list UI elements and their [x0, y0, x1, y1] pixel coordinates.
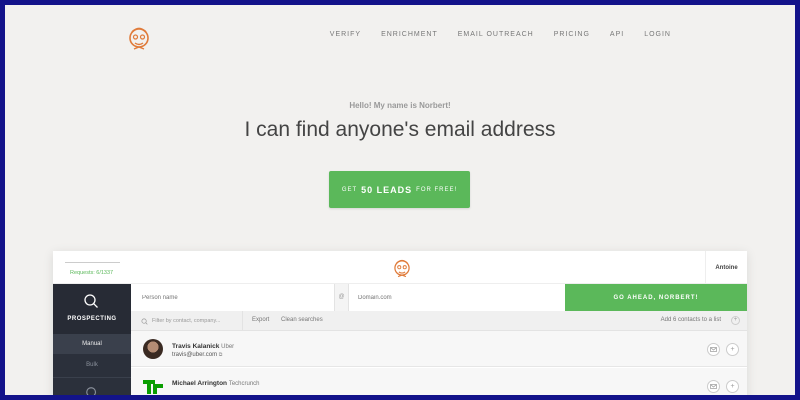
- nav-login[interactable]: LOGIN: [644, 31, 671, 38]
- lead-email-text: travis@uber.com: [172, 352, 218, 358]
- add-lead-button[interactable]: +: [726, 380, 739, 393]
- copy-icon[interactable]: ⧉: [219, 352, 223, 358]
- search-icon[interactable]: [85, 386, 99, 395]
- lead-company: Techcrunch: [228, 381, 260, 387]
- person-name-input[interactable]: [131, 284, 335, 311]
- requests-counter: Requests: 6/1337: [70, 270, 114, 276]
- app-sidebar: PROSPECTING Manual Bulk: [53, 284, 131, 395]
- get-leads-button[interactable]: GET 50 LEADS FOR FREE!: [329, 171, 470, 208]
- sidebar-item-bulk[interactable]: Bulk: [53, 355, 131, 375]
- norbert-mascot-icon[interactable]: [125, 23, 153, 53]
- domain-input[interactable]: [349, 284, 565, 311]
- search-row: @ GO AHEAD, NORBERT!: [131, 284, 747, 311]
- lead-row[interactable]: Michael Arrington Techcrunch +: [131, 368, 747, 395]
- cta-suffix: FOR FREE!: [416, 186, 458, 193]
- search-icon: [84, 294, 98, 308]
- requests-bar: [65, 262, 120, 263]
- mail-icon[interactable]: [707, 343, 720, 356]
- app-topbar: Requests: 6/1337 Antoine: [53, 251, 747, 284]
- cta-main: 50 LEADS: [361, 184, 413, 195]
- add-to-list-link[interactable]: Add 6 contacts to a list: [661, 317, 721, 323]
- search-icon: [141, 318, 148, 325]
- sidebar-item-prospecting[interactable]: PROSPECTING: [53, 284, 131, 334]
- sidebar-divider: [53, 377, 131, 378]
- avatar: [143, 339, 163, 359]
- export-link[interactable]: Export: [252, 317, 269, 323]
- page: VERIFY ENRICHMENT EMAIL OUTREACH PRICING…: [5, 5, 795, 395]
- main-nav: VERIFY ENRICHMENT EMAIL OUTREACH PRICING…: [330, 31, 671, 38]
- cta-prefix: GET: [341, 186, 358, 193]
- nav-api[interactable]: API: [610, 31, 624, 38]
- user-menu[interactable]: Antoine: [705, 251, 747, 284]
- mail-icon[interactable]: [707, 380, 720, 393]
- nav-verify[interactable]: VERIFY: [330, 31, 361, 38]
- lead-row[interactable]: Travis Kalanick Uber travis@uber.com ⧉ +: [131, 331, 747, 367]
- add-lead-button[interactable]: +: [726, 343, 739, 356]
- hero-title: I can find anyone's email address: [244, 118, 556, 141]
- lead-name: Michael Arrington Techcrunch: [172, 380, 260, 387]
- sidebar-item-manual[interactable]: Manual: [53, 334, 131, 354]
- hero-subtitle: Hello! My name is Norbert!: [349, 101, 451, 110]
- sidebar-item-label: PROSPECTING: [67, 316, 117, 322]
- add-to-list-button[interactable]: +: [731, 316, 740, 325]
- lead-company: Uber: [221, 344, 235, 350]
- norbert-mascot-icon: [394, 259, 410, 278]
- lead-email: travis@uber.com ⧉: [172, 352, 222, 358]
- lead-name: Travis Kalanick Uber: [172, 343, 234, 350]
- filter-input[interactable]: Filter by contact, company...: [131, 311, 243, 331]
- app-preview: Requests: 6/1337 Antoine PROSPECTING Man…: [53, 251, 747, 395]
- nav-email-outreach[interactable]: EMAIL OUTREACH: [458, 31, 534, 38]
- at-sign: @: [335, 284, 349, 311]
- nav-pricing[interactable]: PRICING: [554, 31, 590, 38]
- filter-row: Filter by contact, company... Export Cle…: [131, 311, 747, 331]
- lead-name-text: Travis Kalanick: [172, 343, 220, 350]
- lead-name-text: Michael Arrington: [172, 380, 228, 387]
- clean-searches-link[interactable]: Clean searches: [281, 317, 323, 323]
- filter-placeholder: Filter by contact, company...: [152, 318, 221, 324]
- go-ahead-button[interactable]: GO AHEAD, NORBERT!: [565, 284, 747, 311]
- techcrunch-logo-icon: [143, 380, 163, 394]
- nav-enrichment[interactable]: ENRICHMENT: [381, 31, 438, 38]
